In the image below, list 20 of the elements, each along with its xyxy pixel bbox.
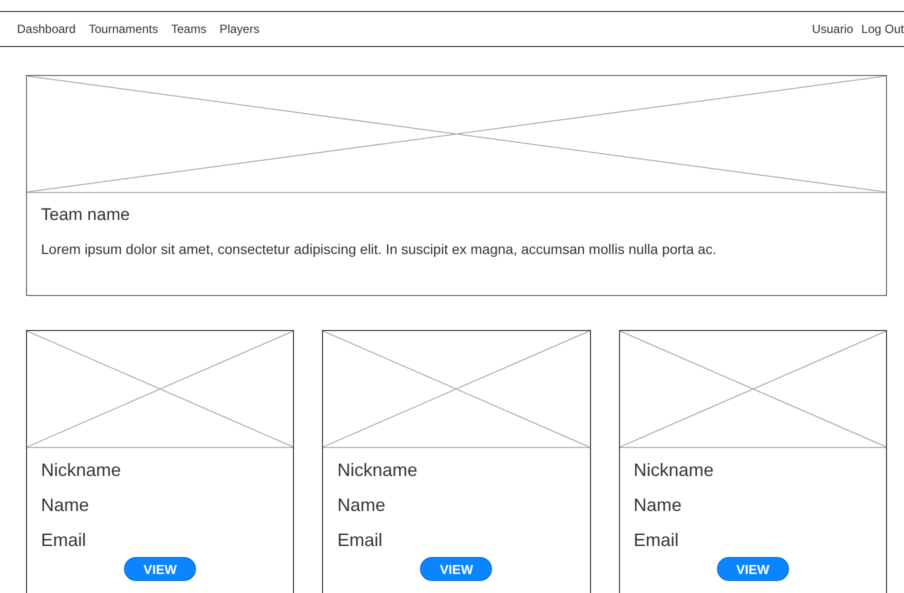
nav-link[interactable]: Tournaments: [88, 22, 158, 36]
player-email: Email: [337, 530, 384, 551]
player-nickname: Nickname: [634, 460, 715, 481]
nav-link[interactable]: Teams: [171, 22, 206, 36]
player-name: Name: [337, 495, 386, 516]
nav-link[interactable]: Dashboard: [17, 22, 76, 36]
player-name: Name: [634, 495, 683, 516]
player-email: Email: [634, 530, 680, 551]
view-button[interactable]: VIEW: [716, 557, 789, 581]
nav-link[interactable]: Players: [219, 22, 260, 36]
user-link[interactable]: Usuario: [812, 22, 854, 36]
player-email: Email: [41, 530, 88, 551]
logout-link[interactable]: Log Out: [861, 22, 904, 36]
team-description: Lorem ipsum dolor sit amet, consectetur adipiscing elit. In suscipit ex magna, accumsan mollis nulla porta ac.: [41, 241, 718, 257]
team-name: Team name: [41, 205, 131, 225]
player-nickname: Nickname: [337, 460, 418, 481]
player-nickname: Nickname: [41, 460, 122, 481]
player-name: Name: [41, 495, 90, 516]
view-button[interactable]: VIEW: [124, 557, 196, 581]
view-button[interactable]: VIEW: [420, 557, 492, 581]
